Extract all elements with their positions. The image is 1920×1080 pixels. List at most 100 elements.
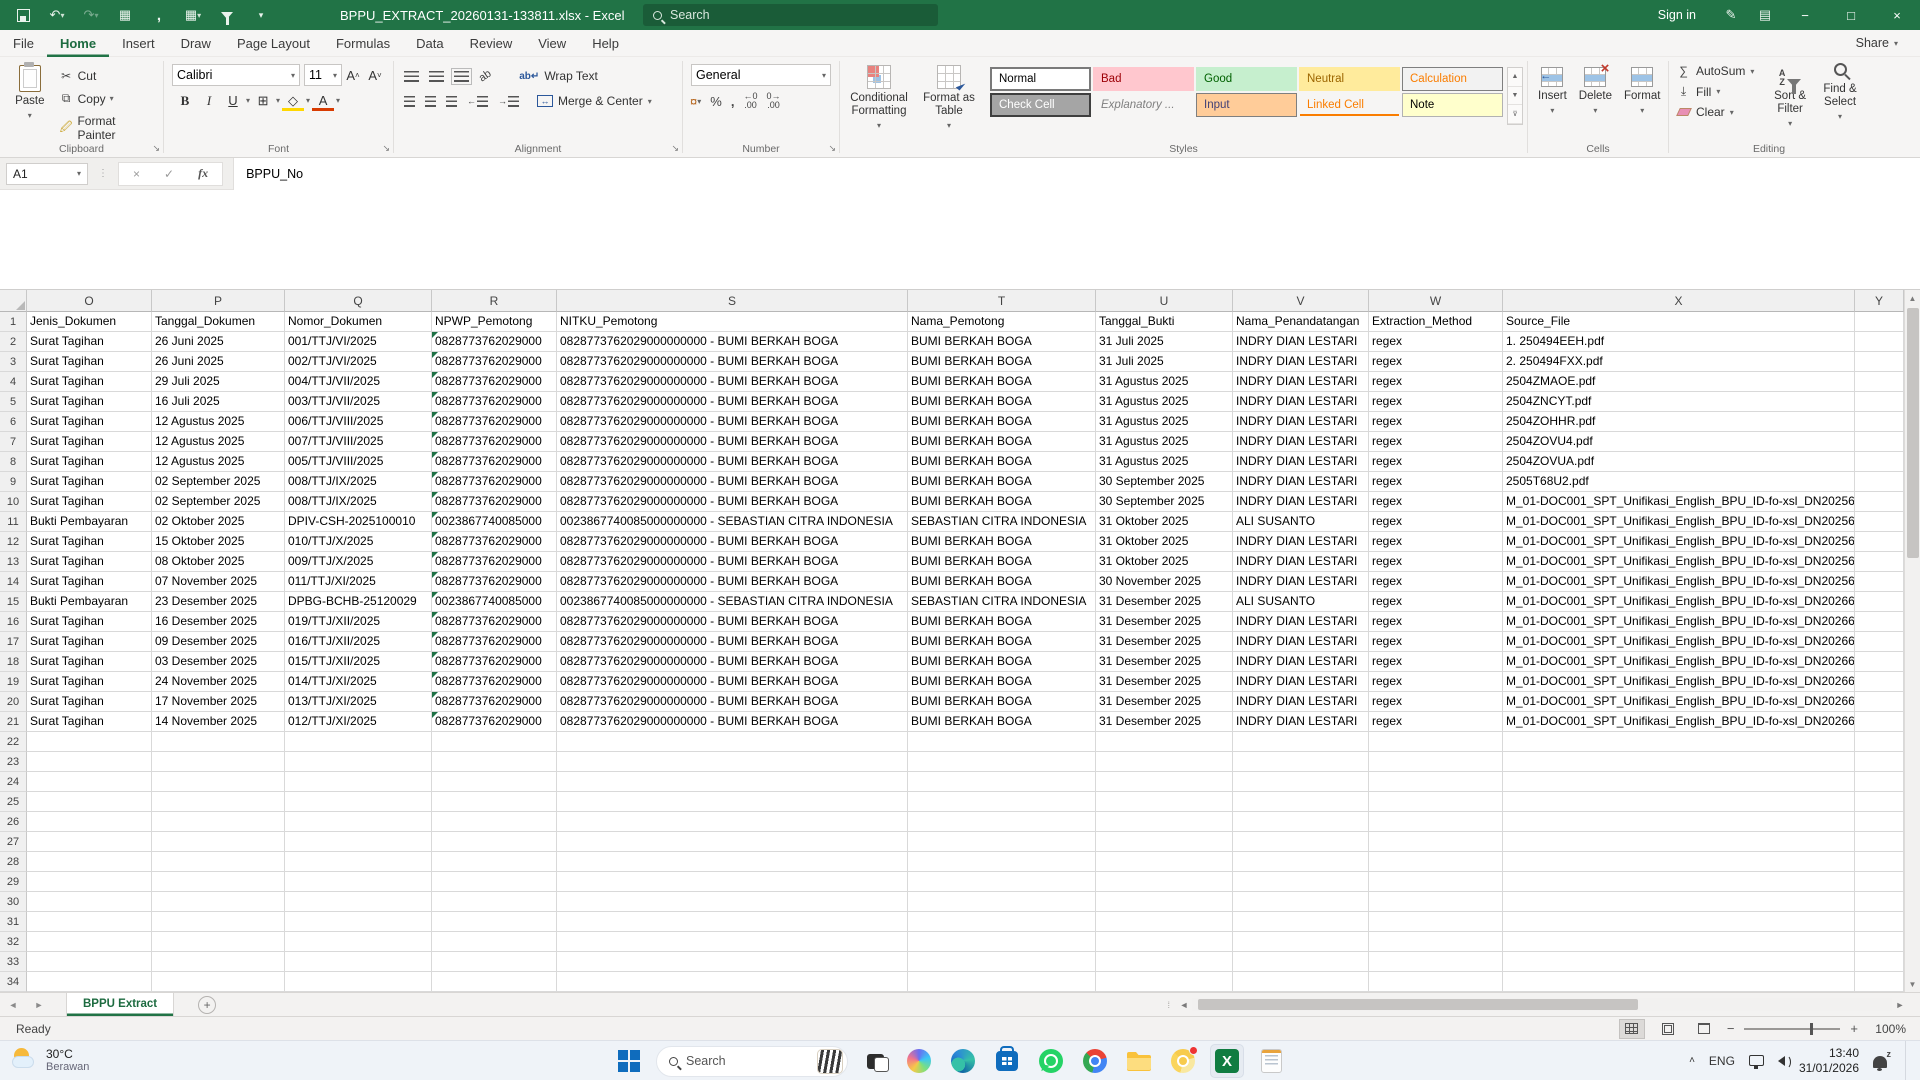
cell-P21[interactable]: 14 November 2025 — [152, 712, 285, 732]
cell-R23[interactable] — [432, 752, 557, 772]
cell-W22[interactable] — [1369, 732, 1503, 752]
cell-T28[interactable] — [908, 852, 1096, 872]
align-right-icon[interactable] — [446, 96, 457, 107]
cell-Y27[interactable] — [1855, 832, 1904, 852]
cell-W4[interactable]: regex — [1369, 372, 1503, 392]
row-number-31[interactable]: 31 — [0, 912, 27, 932]
cell-R32[interactable] — [432, 932, 557, 952]
font-name-select[interactable]: Calibri▾ — [172, 64, 300, 86]
cell-W16[interactable]: regex — [1369, 612, 1503, 632]
cell-Y16[interactable] — [1855, 612, 1904, 632]
cell-O24[interactable] — [27, 772, 152, 792]
cell-S16[interactable]: 0828773762029000000000 - BUMI BERKAH BOG… — [557, 612, 908, 632]
cell-Q22[interactable] — [285, 732, 432, 752]
cell-V19[interactable]: INDRY DIAN LESTARI — [1233, 672, 1369, 692]
cell-W15[interactable]: regex — [1369, 592, 1503, 612]
cell-Q27[interactable] — [285, 832, 432, 852]
notifications-bell-icon[interactable] — [1873, 1054, 1887, 1068]
cell-Y3[interactable] — [1855, 352, 1904, 372]
cell-W34[interactable] — [1369, 972, 1503, 992]
save-icon[interactable] — [14, 6, 32, 24]
cell-U10[interactable]: 30 September 2025 — [1096, 492, 1233, 512]
gallery-up-icon[interactable]: ▲ — [1508, 68, 1522, 87]
confirm-entry-icon[interactable]: ✓ — [164, 167, 174, 181]
cell-Q9[interactable]: 008/TTJ/IX/2025 — [285, 472, 432, 492]
cell-style-calculation[interactable]: Calculation — [1402, 67, 1503, 91]
tab-draw[interactable]: Draw — [168, 30, 224, 57]
cell-Y26[interactable] — [1855, 812, 1904, 832]
column-header-X[interactable]: X — [1503, 290, 1855, 312]
font-size-select[interactable]: 11▾ — [304, 64, 342, 86]
cell-O28[interactable] — [27, 852, 152, 872]
italic-button[interactable]: I — [198, 90, 220, 111]
cell-style-note[interactable]: Note — [1402, 93, 1503, 117]
cell-V1[interactable]: Nama_Penandatangan — [1233, 312, 1369, 332]
cell-R11[interactable]: 0023867740085000 — [432, 512, 557, 532]
row-number-15[interactable]: 15 — [0, 592, 27, 612]
cell-X23[interactable] — [1503, 752, 1855, 772]
cut-button[interactable]: ✂Cut — [56, 67, 159, 85]
edge-icon[interactable] — [946, 1044, 980, 1078]
cell-X5[interactable]: 2504ZNCYT.pdf — [1503, 392, 1855, 412]
cell-Y33[interactable] — [1855, 952, 1904, 972]
cell-S8[interactable]: 0828773762029000000000 - BUMI BERKAH BOG… — [557, 452, 908, 472]
merge-center-button[interactable]: ↔Merge & Center▾ — [533, 92, 656, 110]
tab-data[interactable]: Data — [403, 30, 456, 57]
cell-O17[interactable]: Surat Tagihan — [27, 632, 152, 652]
scroll-up-icon[interactable]: ▲ — [1905, 290, 1920, 306]
cell-S15[interactable]: 0023867740085000000000 - SEBASTIAN CITRA… — [557, 592, 908, 612]
cell-P31[interactable] — [152, 912, 285, 932]
cell-Y12[interactable] — [1855, 532, 1904, 552]
cell-style-input[interactable]: Input — [1196, 93, 1297, 117]
cell-style-check-cell[interactable]: Check Cell — [990, 93, 1091, 117]
cell-S5[interactable]: 0828773762029000000000 - BUMI BERKAH BOG… — [557, 392, 908, 412]
gallery-more-icon[interactable]: ⊽ — [1508, 105, 1522, 124]
cell-T21[interactable]: BUMI BERKAH BOGA — [908, 712, 1096, 732]
cell-V28[interactable] — [1233, 852, 1369, 872]
underline-button[interactable]: U — [222, 90, 244, 111]
row-number-6[interactable]: 6 — [0, 412, 27, 432]
cell-R12[interactable]: 0828773762029000 — [432, 532, 557, 552]
cell-R7[interactable]: 0828773762029000 — [432, 432, 557, 452]
cell-U29[interactable] — [1096, 872, 1233, 892]
cell-U5[interactable]: 31 Agustus 2025 — [1096, 392, 1233, 412]
volume-icon[interactable] — [1778, 1056, 1785, 1066]
cell-Y23[interactable] — [1855, 752, 1904, 772]
cell-O34[interactable] — [27, 972, 152, 992]
cell-W5[interactable]: regex — [1369, 392, 1503, 412]
cell-V20[interactable]: INDRY DIAN LESTARI — [1233, 692, 1369, 712]
cell-Q25[interactable] — [285, 792, 432, 812]
taskview-icon[interactable] — [858, 1044, 892, 1078]
cell-P34[interactable] — [152, 972, 285, 992]
undo-icon[interactable]: ↶▾ — [48, 6, 66, 24]
cell-X29[interactable] — [1503, 872, 1855, 892]
row-number-18[interactable]: 18 — [0, 652, 27, 672]
cell-S1[interactable]: NITKU_Pemotong — [557, 312, 908, 332]
sign-in-button[interactable]: Sign in — [1640, 8, 1714, 22]
increase-decimal-icon[interactable]: ←0.00 — [743, 92, 757, 110]
cell-V9[interactable]: INDRY DIAN LESTARI — [1233, 472, 1369, 492]
cell-O20[interactable]: Surat Tagihan — [27, 692, 152, 712]
cell-V34[interactable] — [1233, 972, 1369, 992]
cell-W32[interactable] — [1369, 932, 1503, 952]
scroll-left-icon[interactable]: ◄ — [1176, 1000, 1192, 1010]
cell-V15[interactable]: ALI SUSANTO — [1233, 592, 1369, 612]
decrease-decimal-icon[interactable]: 0→.00 — [766, 92, 780, 110]
cell-T29[interactable] — [908, 872, 1096, 892]
cell-O8[interactable]: Surat Tagihan — [27, 452, 152, 472]
cell-X24[interactable] — [1503, 772, 1855, 792]
cell-S11[interactable]: 0023867740085000000000 - SEBASTIAN CITRA… — [557, 512, 908, 532]
cell-R6[interactable]: 0828773762029000 — [432, 412, 557, 432]
row-number-34[interactable]: 34 — [0, 972, 27, 992]
cell-X17[interactable]: M_01-DOC001_SPT_Unifikasi_English_BPU_ID… — [1503, 632, 1855, 652]
cell-W9[interactable]: regex — [1369, 472, 1503, 492]
font-color-icon[interactable]: A — [312, 90, 334, 111]
hidden-icons-icon[interactable]: ˄ — [1689, 1055, 1695, 1066]
minimize-button[interactable]: − — [1782, 0, 1828, 30]
cell-X12[interactable]: M_01-DOC001_SPT_Unifikasi_English_BPU_ID… — [1503, 532, 1855, 552]
tab-file[interactable]: File — [0, 30, 47, 57]
comma-style-ribbon-icon[interactable]: , — [731, 94, 735, 109]
cell-style-linked-cell[interactable]: Linked Cell — [1299, 93, 1400, 117]
ribbon-display-icon[interactable]: ▤ — [1748, 0, 1782, 30]
cell-O31[interactable] — [27, 912, 152, 932]
